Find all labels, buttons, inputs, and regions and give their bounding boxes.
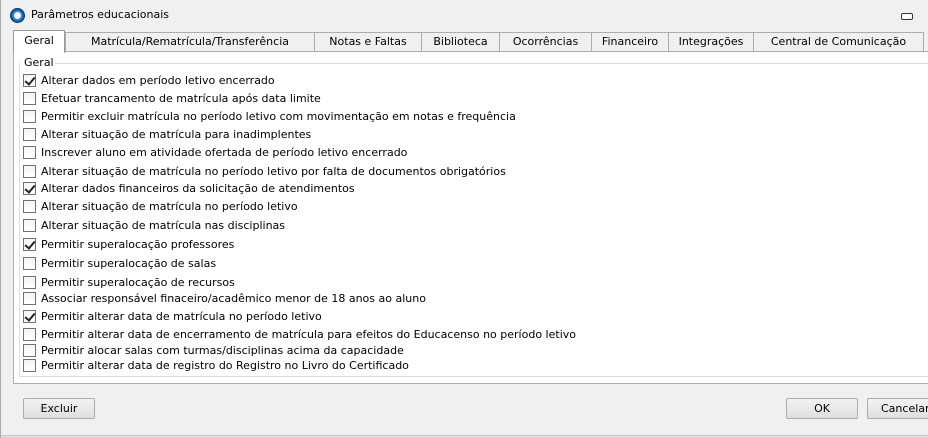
checkbox-unchecked[interactable] xyxy=(23,200,36,213)
option-row[interactable]: Associar responsável finaceiro/acadêmico… xyxy=(23,291,426,306)
option-label: Permitir superalocação de recursos xyxy=(41,276,235,289)
option-label: Permitir alterar data de registro do Reg… xyxy=(41,359,409,372)
option-label: Alterar dados financeiros da solicitação… xyxy=(41,182,355,195)
option-row[interactable]: Permitir alterar data de matrícula no pe… xyxy=(23,309,322,324)
group-label: Geral xyxy=(24,56,57,69)
excluir-button[interactable]: Excluir xyxy=(23,398,95,419)
checkbox-unchecked[interactable] xyxy=(23,146,36,159)
checkbox-unchecked[interactable] xyxy=(23,328,36,341)
option-row[interactable]: Inscrever aluno em atividade ofertada de… xyxy=(23,145,407,160)
checkbox-unchecked[interactable] xyxy=(23,257,36,270)
checkbox-checked[interactable] xyxy=(23,310,36,323)
option-row[interactable]: Permitir alterar data de encerramento de… xyxy=(23,327,576,342)
checkbox-unchecked[interactable] xyxy=(23,92,36,105)
tab-geral[interactable]: Geral xyxy=(13,30,65,53)
tab-strip: Geral Matrícula/Rematrícula/Transferênci… xyxy=(13,30,928,53)
dialog-window: Parâmetros educacionais Geral Matrícula/… xyxy=(0,0,928,438)
tab-matricula[interactable]: Matrícula/Rematrícula/Transferência xyxy=(65,32,315,51)
option-label: Alterar situação de matrícula no período… xyxy=(41,200,298,213)
checkbox-checked[interactable] xyxy=(23,74,36,87)
checkbox-checked[interactable] xyxy=(23,238,36,251)
option-row[interactable]: Alterar dados financeiros da solicitação… xyxy=(23,181,355,196)
option-row[interactable]: Alterar situação de matrícula para inadi… xyxy=(23,127,311,142)
option-row[interactable]: Alterar situação de matrícula no período… xyxy=(23,164,506,179)
option-label: Permitir alterar data de matrícula no pe… xyxy=(41,310,322,323)
option-label: Inscrever aluno em atividade ofertada de… xyxy=(41,146,408,159)
option-label: Permitir alocar salas com turmas/discipl… xyxy=(41,344,404,357)
option-row[interactable]: Alterar situação de matrícula nas discip… xyxy=(23,218,285,233)
option-row[interactable]: Permitir superalocação professores xyxy=(23,237,234,252)
title-bar: Parâmetros educacionais xyxy=(1,0,928,29)
tab-notas-faltas[interactable]: Notas e Faltas xyxy=(314,32,422,51)
option-label: Permitir alterar data de encerramento de… xyxy=(41,328,576,341)
tab-financeiro[interactable]: Financeiro xyxy=(591,32,669,51)
option-label: Permitir superalocação professores xyxy=(41,238,235,251)
checkbox-unchecked[interactable] xyxy=(23,344,36,357)
checkbox-checked[interactable] xyxy=(23,182,36,195)
option-row[interactable]: Permitir alocar salas com turmas/discipl… xyxy=(23,343,404,358)
option-label: Associar responsável finaceiro/acadêmico… xyxy=(41,292,426,305)
ok-button[interactable]: OK xyxy=(786,398,858,419)
checkbox-unchecked[interactable] xyxy=(23,359,36,372)
app-globe-icon xyxy=(10,8,25,23)
checkbox-unchecked[interactable] xyxy=(23,276,36,289)
option-label: Efetuar trancamento de matrícula após da… xyxy=(41,92,321,105)
option-row[interactable]: Permitir excluir matrícula no período le… xyxy=(23,109,516,124)
option-label: Alterar situação de matrícula no período… xyxy=(41,165,506,178)
checkbox-unchecked[interactable] xyxy=(23,292,36,305)
checkbox-unchecked[interactable] xyxy=(23,219,36,232)
option-row[interactable]: Alterar situação de matrícula no período… xyxy=(23,199,298,214)
tab-central-comunicacao[interactable]: Central de Comunicação xyxy=(753,32,924,51)
tab-integracoes[interactable]: Integrações xyxy=(668,32,754,51)
option-row[interactable]: Alterar dados em período letivo encerrad… xyxy=(23,73,275,88)
option-label: Alterar dados em período letivo encerrad… xyxy=(41,74,275,87)
group-divider xyxy=(55,63,928,64)
checkbox-unchecked[interactable] xyxy=(23,128,36,141)
option-label: Permitir excluir matrícula no período le… xyxy=(41,110,516,123)
tab-ocorrencias[interactable]: Ocorrências xyxy=(499,32,592,51)
option-label: Alterar situação de matrícula para inadi… xyxy=(41,128,312,141)
option-label: Alterar situação de matrícula nas discip… xyxy=(41,219,286,232)
cancelar-button[interactable]: Cancelar xyxy=(867,398,928,419)
minimize-icon[interactable] xyxy=(901,13,913,20)
checkbox-unchecked[interactable] xyxy=(23,165,36,178)
option-row[interactable]: Permitir superalocação de recursos xyxy=(23,275,235,290)
tab-biblioteca[interactable]: Biblioteca xyxy=(421,32,500,51)
option-row[interactable]: Permitir superalocação de salas xyxy=(23,256,216,271)
option-row[interactable]: Efetuar trancamento de matrícula após da… xyxy=(23,91,321,106)
window-title: Parâmetros educacionais xyxy=(31,8,170,21)
option-row[interactable]: Permitir alterar data de registro do Reg… xyxy=(23,358,409,373)
option-label: Permitir superalocação de salas xyxy=(41,257,217,270)
checkbox-unchecked[interactable] xyxy=(23,110,36,123)
